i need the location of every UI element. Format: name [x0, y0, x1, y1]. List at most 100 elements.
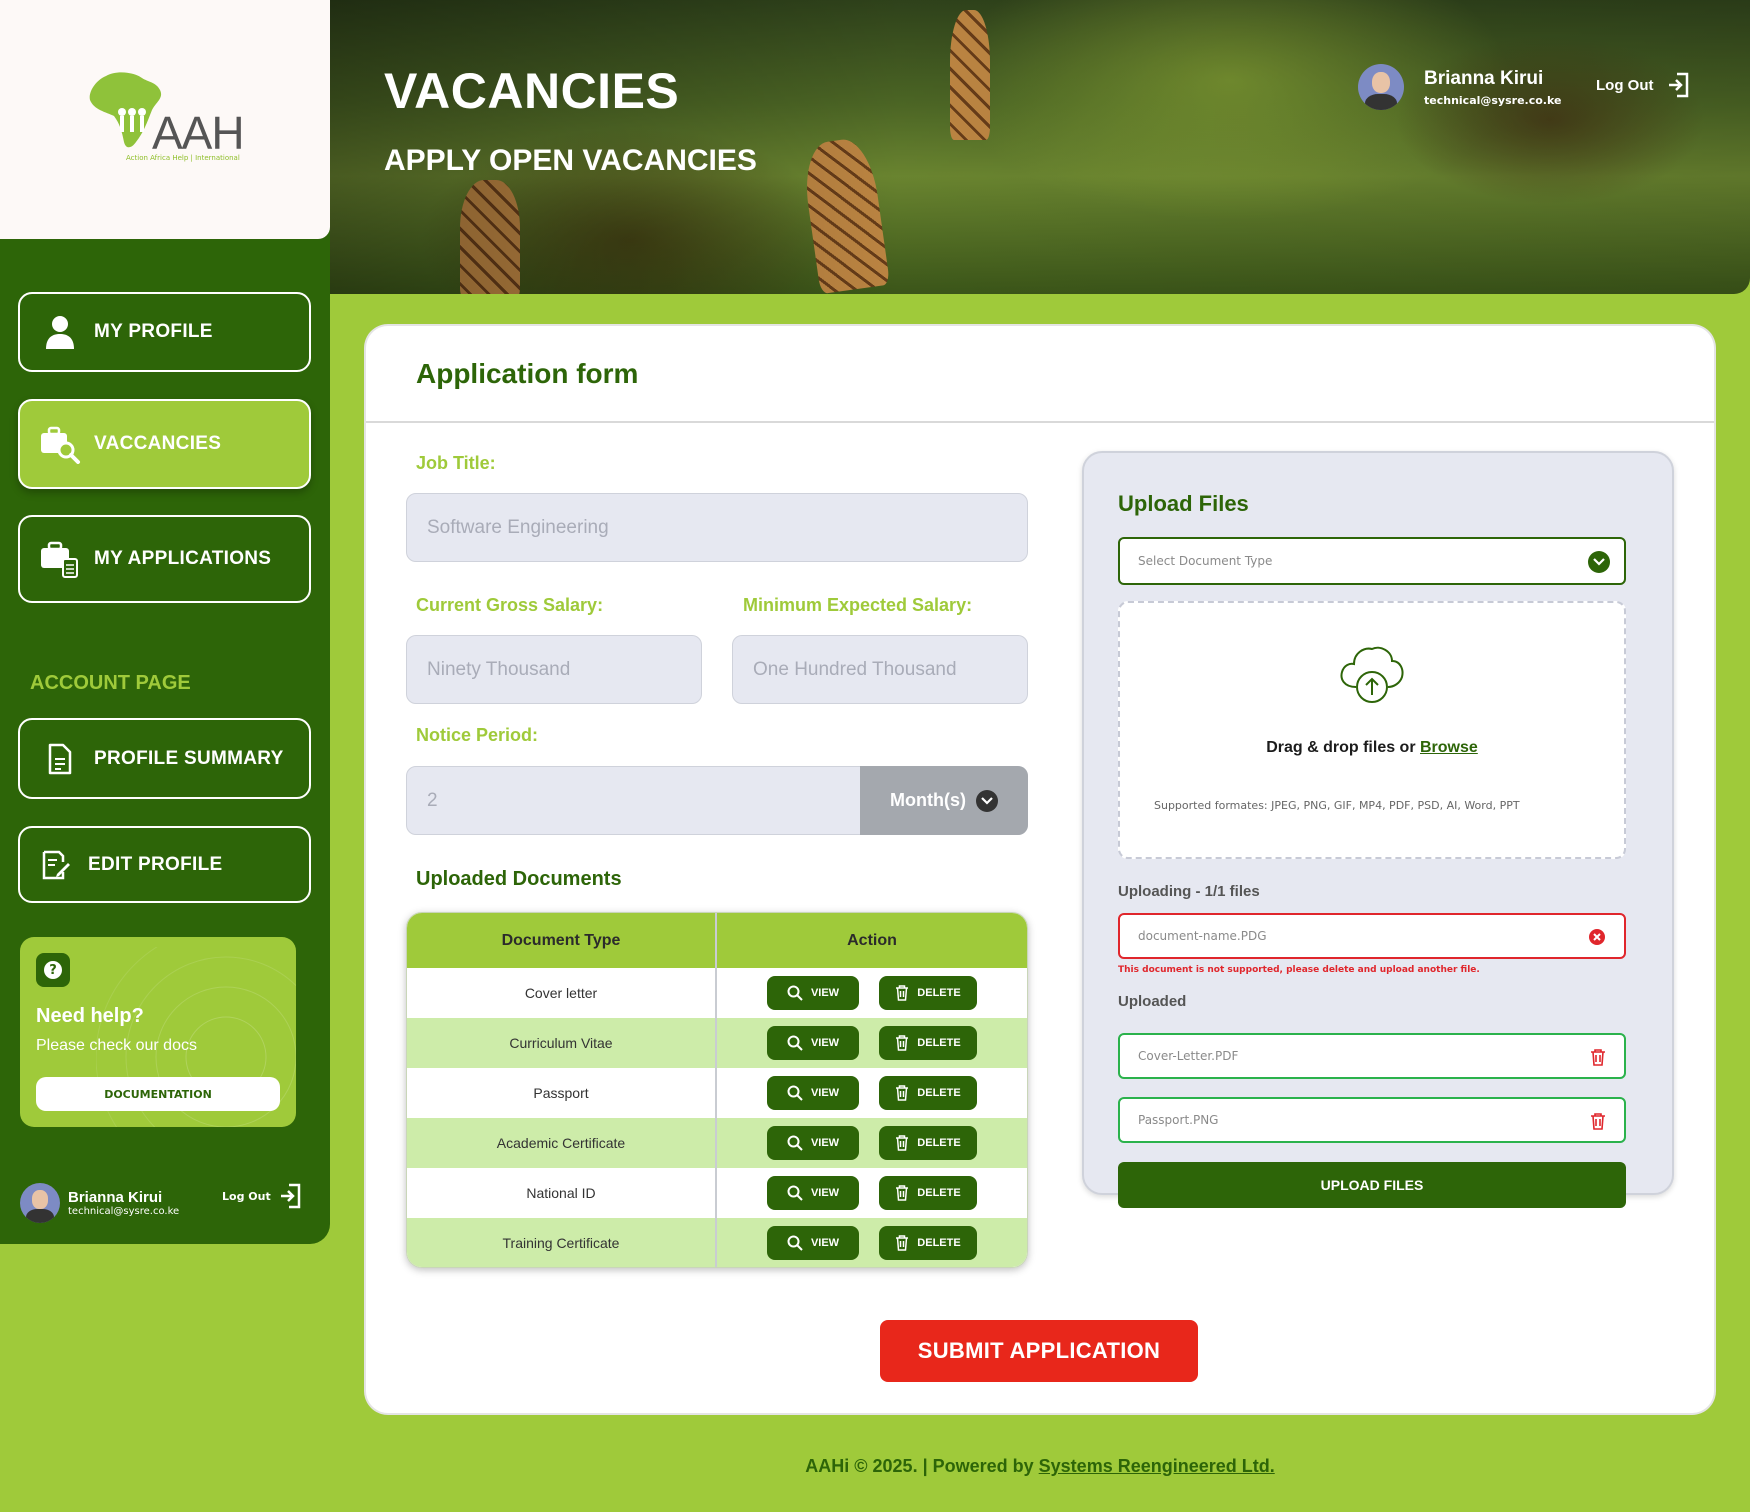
view-button[interactable]: VIEW [767, 1076, 859, 1110]
sidebar-logout-label: Log Out [222, 1189, 271, 1203]
document-type-cell: Passport [407, 1068, 717, 1118]
chevron-down-icon [975, 789, 998, 812]
supported-formats: Supported formates: JPEG, PNG, GIF, MP4,… [1154, 799, 1520, 812]
action-cell: VIEW DELETE [717, 968, 1027, 1018]
job-title-label: Job Title: [416, 453, 496, 473]
briefcase-search-icon [38, 422, 82, 466]
table-row: Academic Certificate VIEW DELETE [407, 1118, 1027, 1168]
action-cell: VIEW DELETE [717, 1068, 1027, 1118]
logout-icon [280, 1183, 300, 1209]
notice-unit-label: Month(s) [890, 790, 966, 810]
search-icon [787, 1085, 803, 1101]
footer: AAHi © 2025. | Powered by Systems Reengi… [330, 1456, 1750, 1477]
nav-vacancies[interactable]: VACCANCIES [18, 399, 311, 489]
document-type-cell: Cover letter [407, 968, 717, 1018]
delete-button[interactable]: DELETE [879, 1026, 977, 1060]
column-header: Document Type [407, 913, 717, 968]
account-page-title: ACCOUNT PAGE [30, 672, 191, 694]
document-icon [38, 737, 82, 781]
uploaded-file: Cover-Letter.PDF [1118, 1033, 1626, 1079]
form-title: Application form [416, 358, 639, 389]
document-type-select[interactable]: Select Document Type [1118, 537, 1626, 585]
nav-profile-summary[interactable]: PROFILE SUMMARY [18, 718, 311, 799]
avatar [20, 1183, 60, 1223]
page-title: VACANCIES [384, 63, 680, 119]
documentation-button[interactable]: DOCUMENTATION [36, 1077, 280, 1111]
action-cell: VIEW DELETE [717, 1218, 1027, 1267]
table-header: Document Type Action [407, 913, 1027, 968]
trash-icon[interactable] [1590, 1048, 1606, 1066]
footer-link[interactable]: Systems Reengineered Ltd. [1039, 1456, 1275, 1476]
header-logout-label: Log Out [1596, 76, 1654, 94]
nav-edit-profile[interactable]: EDIT PROFILE [18, 826, 311, 903]
view-button[interactable]: VIEW [767, 976, 859, 1010]
remove-icon[interactable] [1588, 928, 1606, 946]
header-user-name: Brianna Kirui [1424, 67, 1544, 89]
table-row: Training Certificate VIEW DELETE [407, 1218, 1027, 1267]
expected-salary-input[interactable]: One Hundred Thousand [732, 635, 1028, 704]
sidebar-user-name: Brianna Kirui [68, 1189, 163, 1206]
view-button[interactable]: VIEW [767, 1226, 859, 1260]
search-icon [787, 1035, 803, 1051]
uploading-file: document-name.PDG [1118, 913, 1626, 959]
drop-instructions: Drag & drop files or Browse [1266, 739, 1478, 756]
browse-link[interactable]: Browse [1420, 739, 1478, 756]
current-salary-label: Current Gross Salary: [416, 595, 604, 615]
view-button[interactable]: VIEW [767, 1126, 859, 1160]
view-button[interactable]: VIEW [767, 1026, 859, 1060]
footer-text: AAHi © 2025. | Powered by [805, 1456, 1039, 1476]
search-icon [787, 1185, 803, 1201]
action-cell: VIEW DELETE [717, 1018, 1027, 1068]
header-user: Brianna Kirui technical@sysre.co.ke [1358, 64, 1561, 110]
table-row: Curriculum Vitae VIEW DELETE [407, 1018, 1027, 1068]
delete-button[interactable]: DELETE [879, 1226, 977, 1260]
delete-button[interactable]: DELETE [879, 976, 977, 1010]
avatar [1358, 64, 1404, 110]
upload-files-button[interactable]: UPLOAD FILES [1118, 1162, 1626, 1208]
page-subtitle: APPLY OPEN VACANCIES [384, 144, 757, 177]
trash-icon [896, 1085, 909, 1101]
trash-icon [896, 1135, 909, 1151]
trash-icon[interactable] [1590, 1112, 1606, 1130]
trash-icon [896, 985, 909, 1001]
help-title: Need help? [36, 1005, 144, 1027]
action-cell: VIEW DELETE [717, 1168, 1027, 1218]
header-user-email: technical@sysre.co.ke [1424, 93, 1562, 107]
delete-button[interactable]: DELETE [879, 1076, 977, 1110]
delete-button[interactable]: DELETE [879, 1176, 977, 1210]
trash-icon [896, 1185, 909, 1201]
logo-box: AAH Action Africa Help | International [0, 0, 330, 239]
view-button[interactable]: VIEW [767, 1176, 859, 1210]
current-salary-input[interactable]: Ninety Thousand [406, 635, 702, 704]
nav-edit-profile-label: EDIT PROFILE [88, 853, 223, 875]
document-type-cell: Training Certificate [407, 1218, 717, 1267]
application-form-card: Application form Job Title: Software Eng… [366, 326, 1714, 1413]
header-logout-button[interactable]: Log Out [1596, 72, 1689, 98]
divider [366, 421, 1714, 423]
trash-icon [896, 1035, 909, 1051]
notice-unit-select[interactable]: Month(s) [860, 766, 1028, 835]
uploading-label: Uploading - 1/1 files [1118, 883, 1260, 900]
nav-my-profile[interactable]: MY PROFILE [18, 292, 311, 372]
submit-application-button[interactable]: SUBMIT APPLICATION [880, 1320, 1198, 1382]
dropzone[interactable]: Drag & drop files or Browse Supported fo… [1118, 601, 1626, 859]
table-row: National ID VIEW DELETE [407, 1168, 1027, 1218]
nav-my-applications[interactable]: MY APPLICATIONS [18, 515, 311, 603]
delete-button[interactable]: DELETE [879, 1126, 977, 1160]
nav-my-applications-label: MY APPLICATIONS [94, 548, 272, 569]
document-type-cell: Academic Certificate [407, 1118, 717, 1168]
job-title-input[interactable]: Software Engineering [406, 493, 1028, 562]
upload-error: This document is not supported, please d… [1118, 965, 1480, 975]
document-type-cell: Curriculum Vitae [407, 1018, 717, 1068]
column-header: Action [847, 931, 897, 949]
nav-vacancies-label: VACCANCIES [94, 433, 222, 454]
help-card: ? Need help? Please check our docs DOCUM… [20, 937, 296, 1127]
search-icon [787, 1235, 803, 1251]
logo[interactable]: AAH Action Africa Help | International [86, 68, 256, 178]
notice-period-label: Notice Period: [416, 725, 539, 745]
logo-tagline: Action Africa Help | International [126, 154, 240, 162]
sidebar-user: Brianna Kirui technical@sysre.co.ke [20, 1183, 179, 1223]
user-icon [38, 310, 82, 354]
uploaded-label: Uploaded [1118, 993, 1187, 1010]
sidebar-logout-button[interactable]: Log Out [222, 1183, 301, 1209]
